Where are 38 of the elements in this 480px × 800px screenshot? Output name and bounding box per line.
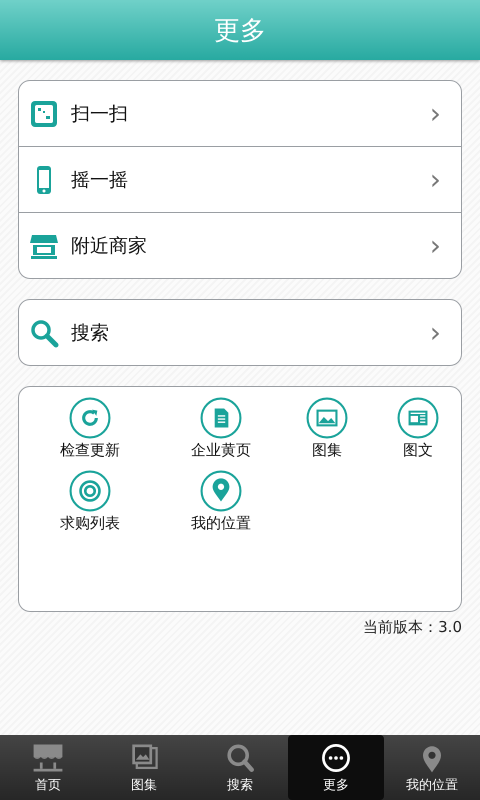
page-title: 更多 [214,14,266,48]
menu-label: 扫一扫 [71,102,129,126]
tool-item[interactable]: 企业黄页 [161,397,281,460]
tool-label: 检查更新 [60,441,120,460]
menu-item[interactable]: 扫一扫 › [19,81,461,146]
tab[interactable]: 更多 [288,735,384,800]
location-pin-icon [200,470,242,512]
tab[interactable]: 首页 [0,735,96,800]
scan-icon [29,98,59,128]
tool-item[interactable]: 求购列表 [19,470,161,533]
tool-item[interactable]: 检查更新 [19,397,161,460]
menu-label: 搜索 [71,320,110,346]
image-icon [306,397,348,439]
tab[interactable]: 图集 [96,735,192,800]
menu-item[interactable]: 附近商家 › [19,212,461,278]
tool-label: 图文 [403,441,433,460]
chevron-icon: › [430,316,441,349]
tool-item[interactable]: 图文 [373,397,463,460]
menu-label: 附近商家 [71,234,148,258]
tab[interactable]: 搜索 [192,735,288,800]
chevron-icon: › [430,163,441,196]
menu-item[interactable]: 搜索 › [19,300,461,365]
search-icon [29,318,59,348]
tool-label: 图集 [312,441,342,460]
chevron-icon: › [430,229,441,262]
menu-item[interactable]: 摇一摇 › [19,146,461,212]
refresh-icon [69,397,111,439]
tool-item[interactable]: 我的位置 [161,470,281,533]
tool-item[interactable]: 图集 [281,397,373,460]
version-text: 当前版本：3.0 [362,618,462,637]
menu-label: 摇一摇 [71,168,129,192]
tool-label: 我的位置 [191,514,251,533]
chevron-icon: › [430,97,441,130]
tool-label: 企业黄页 [191,441,251,460]
newspaper-icon [397,397,439,439]
tab[interactable]: 我的位置 [384,735,480,800]
document-icon [200,397,242,439]
tool-label: 求购列表 [60,514,120,533]
